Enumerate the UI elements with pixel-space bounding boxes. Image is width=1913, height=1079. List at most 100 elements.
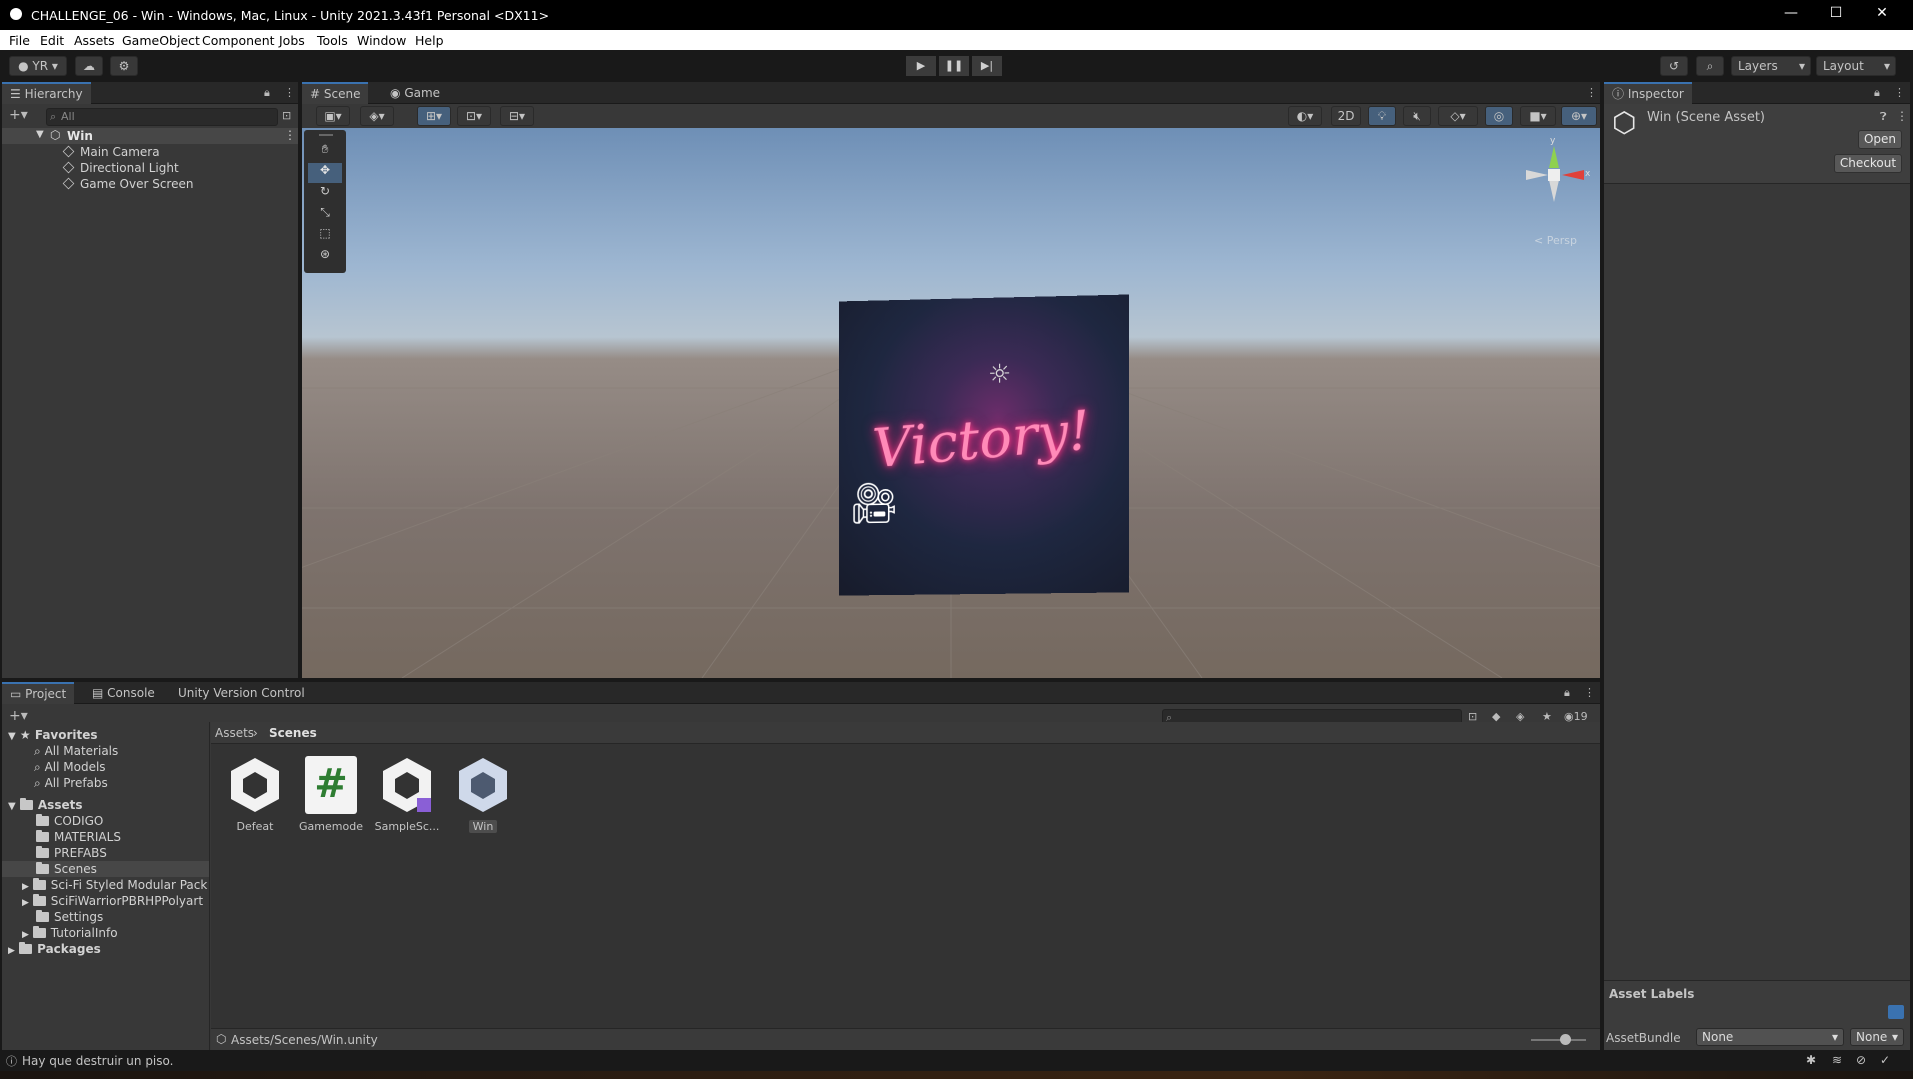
play-button[interactable]: ▶ xyxy=(906,56,936,76)
rotate-tool-button[interactable]: ↻ xyxy=(308,184,342,204)
tab-console[interactable]: ▤ Console xyxy=(84,682,163,704)
asset-item[interactable]: # Gamemode xyxy=(296,756,366,833)
layout-dropdown[interactable]: Layout ▾ xyxy=(1816,56,1896,76)
breadcrumb-scenes[interactable]: Scenes xyxy=(269,726,317,740)
folder-scenes[interactable]: Scenes xyxy=(36,862,97,876)
menu-assets[interactable]: Assets xyxy=(74,33,115,48)
render-mode-dropdown[interactable]: ◈▾ xyxy=(360,106,394,126)
menu-component[interactable]: Component xyxy=(202,33,275,48)
draw-mode-dropdown[interactable]: ▣▾ xyxy=(316,106,350,126)
menu-gameobject[interactable]: GameObject xyxy=(122,33,200,48)
menu-help[interactable]: Help xyxy=(415,33,444,48)
kebab-menu-icon[interactable]: ⋮ xyxy=(1584,686,1595,699)
minimize-button[interactable]: — xyxy=(1781,5,1801,21)
assetbundle-dropdown[interactable]: None ▾ xyxy=(1696,1028,1844,1046)
icon-size-slider[interactable] xyxy=(1531,1039,1586,1041)
menu-tools[interactable]: Tools xyxy=(317,33,348,48)
camera-dropdown[interactable]: ■▾ xyxy=(1520,106,1556,126)
game-over-screen-quad[interactable]: Victory! ☼ 🎥︎ xyxy=(838,294,1129,596)
menu-jobs[interactable]: Jobs xyxy=(279,33,305,48)
move-tool-button[interactable]: ✥ xyxy=(308,163,342,183)
drag-handle[interactable] xyxy=(319,134,333,136)
lock-icon[interactable]: 🔒︎ xyxy=(1874,86,1880,100)
asset-item[interactable]: Defeat xyxy=(220,756,290,833)
list-item[interactable]: Directional Light xyxy=(62,161,179,175)
expand-arrow-icon[interactable]: ▼ xyxy=(36,129,44,140)
kebab-menu-icon[interactable]: ⋮ xyxy=(1586,86,1597,99)
check-circle-icon[interactable]: ✓ xyxy=(1880,1053,1890,1067)
add-button[interactable]: +▾ xyxy=(9,107,28,123)
layers-stack-icon[interactable]: ≋ xyxy=(1832,1053,1842,1067)
breadcrumb-assets[interactable]: Assets xyxy=(215,726,254,740)
folder-scifi-modular-pack[interactable]: ▶ Sci-Fi Styled Modular Pack xyxy=(22,878,207,892)
tab-hierarchy[interactable]: ☰ Hierarchy xyxy=(2,82,91,104)
favorites-item[interactable]: ▼ ★ Favorites xyxy=(8,728,98,742)
lighting-toggle[interactable]: 💡︎ xyxy=(1368,106,1396,126)
shading-dropdown[interactable]: ◐▾ xyxy=(1288,106,1322,126)
favorite-all-materials[interactable]: ⌕ All Materials xyxy=(34,744,118,759)
kebab-menu-icon[interactable]: ⋮ xyxy=(1894,86,1905,99)
visibility-toggle[interactable]: ◎ xyxy=(1485,106,1513,126)
folder-codigo[interactable]: CODIGO xyxy=(36,814,103,828)
pause-button[interactable]: ❚❚ xyxy=(939,56,969,76)
tab-project[interactable]: ▭ Project xyxy=(2,682,75,704)
search-button[interactable]: ⌕ xyxy=(1696,56,1724,76)
scale-tool-button[interactable]: ⤡ xyxy=(308,205,342,225)
transform-tool-button[interactable]: ⊛ xyxy=(308,247,342,267)
tab-inspector[interactable]: ⓘ Inspector xyxy=(1604,82,1692,104)
layers-dropdown[interactable]: Layers ▾ xyxy=(1731,56,1811,76)
asset-item[interactable]: SampleSc... xyxy=(372,756,442,833)
scene-viewport[interactable]: Victory! ☼ 🎥︎ y x < Persp xyxy=(302,128,1600,678)
checkout-button[interactable]: Checkout xyxy=(1834,154,1902,173)
snap-grid-button[interactable]: ⊞▾ xyxy=(417,106,451,126)
folder-materials[interactable]: MATERIALS xyxy=(36,830,121,844)
toggle-2d-button[interactable]: 2D xyxy=(1331,106,1361,126)
persp-label[interactable]: < Persp xyxy=(1534,234,1577,247)
favorite-all-models[interactable]: ⌕ All Models xyxy=(34,760,106,775)
effects-dropdown[interactable]: ◇▾ xyxy=(1438,106,1478,126)
menu-file[interactable]: File xyxy=(9,33,30,48)
audio-toggle[interactable]: 🔇︎ xyxy=(1403,106,1431,126)
grid-snap-dropdown[interactable]: ⊡▾ xyxy=(457,106,491,126)
kebab-menu-icon[interactable]: ⋮ xyxy=(284,86,295,99)
folder-scifi-warrior[interactable]: ▶ SciFiWarriorPBRHPPolyart xyxy=(22,894,203,908)
step-button[interactable]: ▶| xyxy=(972,56,1002,76)
folder-scenes-selected-row[interactable] xyxy=(2,861,209,877)
folder-settings[interactable]: Settings xyxy=(36,910,103,924)
maximize-button[interactable]: ☐ xyxy=(1826,5,1846,21)
lock-icon[interactable]: 🔒︎ xyxy=(1564,686,1570,700)
menu-edit[interactable]: Edit xyxy=(40,33,64,48)
account-dropdown[interactable]: ● YR ▾ xyxy=(9,56,67,76)
rect-tool-button[interactable]: ⬚ xyxy=(308,226,342,246)
help-icon[interactable]: ❓︎ xyxy=(1880,110,1887,124)
list-item[interactable]: Main Camera xyxy=(62,145,160,159)
tab-version-control[interactable]: Unity Version Control xyxy=(170,682,313,704)
assets-root-item[interactable]: ▼ Assets xyxy=(8,798,82,812)
menu-window[interactable]: Window xyxy=(357,33,406,48)
history-button[interactable]: ↺ xyxy=(1660,56,1688,76)
hand-tool-button[interactable]: ✋︎ xyxy=(308,142,342,162)
settings-button[interactable]: ⚙ xyxy=(110,56,138,76)
gizmos-dropdown[interactable]: ⊕▾ xyxy=(1561,106,1597,126)
cloud-button[interactable]: ☁ xyxy=(75,56,103,76)
increment-snap-dropdown[interactable]: ⊟▾ xyxy=(500,106,534,126)
kebab-menu-icon[interactable]: ⋮ xyxy=(1896,109,1908,123)
network-icon[interactable]: ⊘ xyxy=(1856,1053,1866,1067)
lock-icon[interactable]: 🔒︎ xyxy=(264,86,270,100)
tab-game[interactable]: ◉ Game xyxy=(382,82,448,104)
label-tag-icon[interactable] xyxy=(1888,1005,1904,1019)
slider-thumb[interactable] xyxy=(1560,1034,1571,1045)
favorite-all-prefabs[interactable]: ⌕ All Prefabs xyxy=(34,776,108,791)
list-item[interactable]: Game Over Screen xyxy=(62,177,193,191)
scene-row[interactable]: ▼ ⬡ Win ⋮ xyxy=(2,128,298,144)
orientation-gizmo[interactable]: y x < Persp xyxy=(1512,136,1592,247)
tab-scene[interactable]: # Scene xyxy=(302,82,369,104)
filter-icon[interactable]: ⊡ xyxy=(282,109,291,122)
bug-icon[interactable]: ✱ xyxy=(1806,1053,1816,1067)
assetbundle-variant-dropdown[interactable]: None ▾ xyxy=(1850,1028,1904,1046)
close-button[interactable]: ✕ xyxy=(1872,5,1892,21)
open-button[interactable]: Open xyxy=(1858,130,1902,149)
kebab-menu-icon[interactable]: ⋮ xyxy=(284,128,296,142)
asset-item-selected[interactable]: Win xyxy=(448,756,518,833)
folder-prefabs[interactable]: PREFABS xyxy=(36,846,107,860)
